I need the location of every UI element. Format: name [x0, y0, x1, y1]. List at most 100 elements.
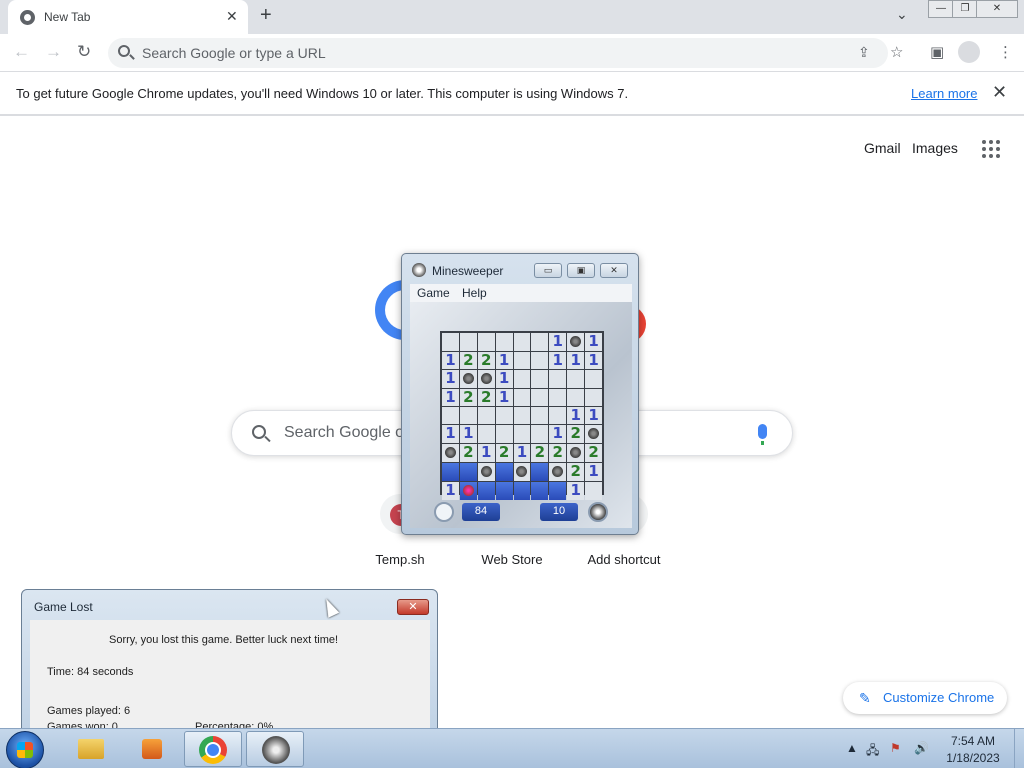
- profile-avatar-icon[interactable]: [958, 41, 980, 63]
- number-cell[interactable]: 1: [477, 444, 495, 462]
- number-cell[interactable]: 1: [567, 482, 585, 500]
- learn-more-link[interactable]: Learn more: [911, 86, 977, 101]
- number-cell[interactable]: 1: [495, 370, 513, 388]
- taskbar-minesweeper[interactable]: [246, 731, 304, 767]
- infobar-close-icon[interactable]: ✕: [992, 82, 1007, 103]
- exploded-mine-cell[interactable]: [459, 482, 477, 500]
- empty-cell[interactable]: [459, 333, 477, 351]
- unrevealed-cell[interactable]: [513, 482, 531, 500]
- number-cell[interactable]: 1: [549, 352, 567, 369]
- number-cell[interactable]: 1: [442, 425, 459, 443]
- unrevealed-cell[interactable]: [495, 482, 513, 500]
- number-cell[interactable]: 1: [567, 407, 585, 424]
- share-icon[interactable]: ⇪: [858, 44, 870, 61]
- mine-cell[interactable]: [459, 370, 477, 388]
- number-cell[interactable]: 2: [477, 389, 495, 406]
- number-cell[interactable]: 1: [495, 389, 513, 406]
- taskbar-chrome[interactable]: [184, 731, 242, 767]
- number-cell[interactable]: 1: [513, 444, 531, 462]
- side-panel-icon[interactable]: ▣: [930, 43, 944, 61]
- empty-cell[interactable]: [513, 370, 531, 388]
- empty-cell[interactable]: [442, 333, 459, 351]
- number-cell[interactable]: 1: [549, 333, 567, 351]
- omnibox[interactable]: Search Google or type a URL ⇪: [108, 38, 888, 68]
- mine-cell[interactable]: [477, 370, 495, 388]
- number-cell[interactable]: 1: [549, 425, 567, 443]
- minesweeper-minimize-button[interactable]: ▭: [534, 263, 562, 278]
- number-cell[interactable]: 1: [585, 333, 602, 351]
- unrevealed-cell[interactable]: [549, 482, 567, 500]
- number-cell[interactable]: 2: [459, 444, 477, 462]
- number-cell[interactable]: 1: [459, 425, 477, 443]
- mine-cell[interactable]: [567, 444, 585, 462]
- empty-cell[interactable]: [495, 407, 513, 424]
- empty-cell[interactable]: [495, 425, 513, 443]
- unrevealed-cell[interactable]: [495, 463, 513, 481]
- number-cell[interactable]: 2: [567, 425, 585, 443]
- tray-expand-icon[interactable]: ▲: [846, 741, 858, 755]
- empty-cell[interactable]: [585, 389, 602, 406]
- empty-cell[interactable]: [442, 407, 459, 424]
- number-cell[interactable]: 1: [585, 463, 602, 481]
- empty-cell[interactable]: [531, 352, 549, 369]
- back-arrow-icon[interactable]: ←: [13, 42, 30, 62]
- clock-time[interactable]: 7:54 AM: [950, 734, 996, 748]
- number-cell[interactable]: 2: [477, 352, 495, 369]
- empty-cell[interactable]: [531, 333, 549, 351]
- tab-search-chevron-icon[interactable]: ⌄: [896, 6, 908, 23]
- number-cell[interactable]: 2: [459, 389, 477, 406]
- empty-cell[interactable]: [513, 389, 531, 406]
- forward-arrow-icon[interactable]: →: [45, 42, 62, 62]
- empty-cell[interactable]: [585, 370, 602, 388]
- empty-cell[interactable]: [531, 370, 549, 388]
- empty-cell[interactable]: [567, 370, 585, 388]
- number-cell[interactable]: 1: [442, 370, 459, 388]
- empty-cell[interactable]: [549, 370, 567, 388]
- empty-cell[interactable]: [513, 425, 531, 443]
- volume-icon[interactable]: 🔊: [914, 741, 929, 755]
- mine-cell[interactable]: [477, 463, 495, 481]
- unrevealed-cell[interactable]: [459, 463, 477, 481]
- number-cell[interactable]: 1: [585, 407, 602, 424]
- menu-help[interactable]: Help: [462, 286, 487, 300]
- number-cell[interactable]: 1: [585, 352, 602, 369]
- shortcut-label-web-store[interactable]: Web Store: [456, 552, 568, 567]
- empty-cell[interactable]: [531, 389, 549, 406]
- close-window-button[interactable]: ✕: [976, 0, 1018, 18]
- unrevealed-cell[interactable]: [477, 482, 495, 500]
- shortcut-label-temp-sh[interactable]: Temp.sh: [344, 552, 456, 567]
- tab-new-tab[interactable]: New Tab ✕: [8, 0, 248, 34]
- empty-cell[interactable]: [495, 333, 513, 351]
- empty-cell[interactable]: [531, 407, 549, 424]
- number-cell[interactable]: 2: [585, 444, 602, 462]
- mine-cell[interactable]: [513, 463, 531, 481]
- mine-cell[interactable]: [567, 333, 585, 351]
- number-cell[interactable]: 1: [495, 352, 513, 369]
- number-cell[interactable]: 2: [549, 444, 567, 462]
- empty-cell[interactable]: [513, 333, 531, 351]
- menu-game[interactable]: Game: [417, 286, 450, 300]
- show-desktop-button[interactable]: [1014, 729, 1024, 768]
- customize-chrome-button[interactable]: ✎ Customize Chrome: [843, 682, 1007, 714]
- taskbar-explorer[interactable]: [60, 731, 118, 767]
- menu-kebab-icon[interactable]: ⋮: [998, 43, 1013, 61]
- new-tab-button[interactable]: +: [260, 4, 272, 27]
- unrevealed-cell[interactable]: [531, 482, 549, 500]
- empty-cell[interactable]: [567, 389, 585, 406]
- mine-cell[interactable]: [585, 425, 602, 443]
- microphone-icon[interactable]: [758, 424, 767, 445]
- minimize-button[interactable]: —: [928, 0, 954, 18]
- number-cell[interactable]: 1: [442, 482, 459, 500]
- clock-date[interactable]: 1/18/2023: [942, 751, 1004, 765]
- dialog-close-button[interactable]: ✕: [397, 599, 429, 615]
- minesweeper-close-button[interactable]: ✕: [600, 263, 628, 278]
- taskbar-media-player[interactable]: [122, 731, 180, 767]
- empty-cell[interactable]: [477, 425, 495, 443]
- empty-cell[interactable]: [513, 352, 531, 369]
- empty-cell[interactable]: [477, 407, 495, 424]
- mine-cell[interactable]: [549, 463, 567, 481]
- network-icon[interactable]: 🖧: [866, 741, 879, 762]
- empty-cell[interactable]: [549, 407, 567, 424]
- empty-cell[interactable]: [459, 407, 477, 424]
- number-cell[interactable]: 2: [531, 444, 549, 462]
